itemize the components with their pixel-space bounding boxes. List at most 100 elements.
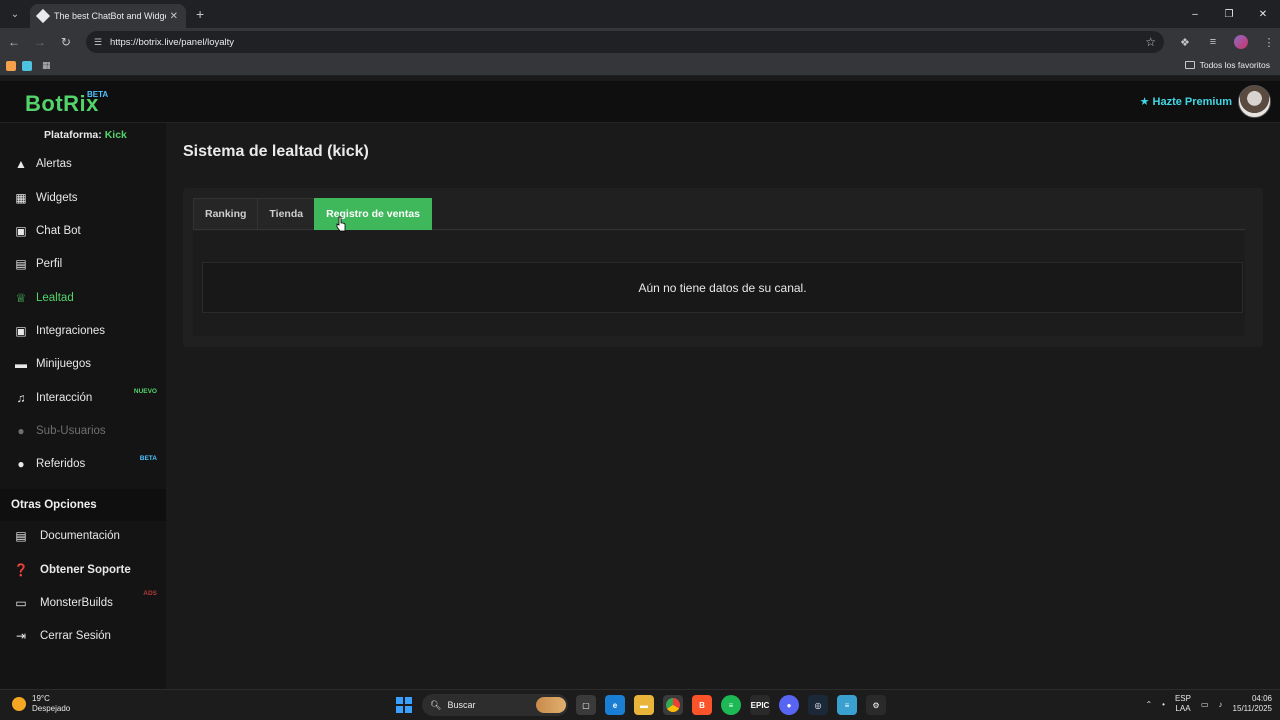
sidebar-item-label: Interacción <box>36 392 93 404</box>
close-tab-icon[interactable]: ✕ <box>170 11 178 22</box>
sidebar-item-cerrar-sesion[interactable]: ⇥ Cerrar Sesión <box>0 621 166 651</box>
spotify-icon[interactable]: ≡ <box>721 695 741 715</box>
site-info-icon[interactable]: ☰ <box>94 37 102 48</box>
tab-registro-de-ventas[interactable]: Registro de ventas <box>314 198 433 230</box>
robot-icon: ▣ <box>15 224 27 238</box>
sidebar-item-chat-bot[interactable]: ▣ Chat Bot <box>0 216 166 246</box>
laptop-icon: ▭ <box>15 596 27 610</box>
apps-grid-icon[interactable]: ▦ <box>42 60 51 71</box>
all-bookmarks-label: Todos los favoritos <box>1199 60 1270 70</box>
tab-tienda[interactable]: Tienda <box>257 198 316 230</box>
reload-icon[interactable]: ↻ <box>54 30 78 54</box>
temperature: 19°C <box>32 694 50 703</box>
botrix-favicon-icon <box>35 8 51 24</box>
system-tray: ⌃ • ESP LAA ▭ ♪ 04:06 15/11/2025 <box>1145 694 1272 714</box>
tab-panel: Aún no tiene datos de su canal. <box>193 231 1245 336</box>
loyalty-card: Ranking Tienda Registro de ventas Aún no… <box>183 188 1263 347</box>
settings-icon[interactable]: ⚙ <box>866 695 886 715</box>
discord-icon[interactable]: ● <box>779 695 799 715</box>
platform-value: Kick <box>104 129 127 141</box>
browser-tab[interactable]: The best ChatBot and Widgets ✕ <box>30 4 186 28</box>
sidebar-item-lealtad[interactable]: ♕ Lealtad <box>0 283 166 313</box>
restore-icon[interactable]: ❐ <box>1212 0 1246 28</box>
task-view-icon[interactable]: ▢ <box>576 695 596 715</box>
logo-beta-badge: BETA <box>87 90 109 99</box>
weather-widget[interactable]: 19°C Despejado <box>12 694 70 714</box>
sidebar-item-obtener-soporte[interactable]: ❓ Obtener Soporte <box>0 555 166 585</box>
sidebar-item-alertas[interactable]: ▲ Alertas <box>0 149 166 179</box>
hand-cursor-icon <box>336 216 346 232</box>
sidebar-item-label: Alertas <box>36 158 72 170</box>
sidebar-item-documentacion[interactable]: ▤ Documentación <box>0 521 166 551</box>
premium-button[interactable]: ★ Hazte Premium <box>1140 95 1232 109</box>
edge-icon[interactable]: e <box>605 695 625 715</box>
bookmark-2-icon[interactable] <box>22 60 32 71</box>
extensions-icon[interactable]: ❖ <box>1174 31 1196 53</box>
brave-icon[interactable]: B <box>692 695 712 715</box>
avatar[interactable] <box>1238 85 1271 118</box>
platform-indicator: Plataforma: Kick <box>44 129 127 141</box>
sidebar-item-integraciones[interactable]: ▣ Integraciones <box>0 316 166 346</box>
sidebar-item-label: MonsterBuilds <box>40 597 113 609</box>
minimize-icon[interactable]: – <box>1178 0 1212 28</box>
clock-date: 15/11/2025 <box>1232 704 1272 713</box>
sidebar-item-interaccion[interactable]: ♫ Interacción NUEVO <box>0 383 166 413</box>
main-content: Sistema de lealtad (kick) Ranking Tienda… <box>166 123 1280 689</box>
clock-time: 04:06 <box>1251 694 1272 703</box>
windows-start-icon[interactable] <box>396 697 412 713</box>
sidebar-item-widgets[interactable]: ▦ Widgets <box>0 183 166 213</box>
sidebar-item-label: Integraciones <box>36 325 106 337</box>
id-card-icon: ▤ <box>15 257 27 271</box>
gamepad-icon: ▬ <box>15 357 27 371</box>
sidebar-item-label: Obtener Soporte <box>40 564 131 576</box>
weather-moon-icon <box>12 697 26 711</box>
file-explorer-icon[interactable]: ▬ <box>634 695 654 715</box>
sidebar-item-referidos[interactable]: ● Referidos BETA <box>0 449 166 479</box>
bookmarks-bar: ▦ Todos los favoritos <box>0 56 1280 76</box>
tab-ranking[interactable]: Ranking <box>193 198 259 230</box>
sidebar-item-minijuegos[interactable]: ▬ Minijuegos <box>0 349 166 379</box>
bookmark-1-icon[interactable] <box>6 60 16 71</box>
question-icon: ❓ <box>13 563 29 577</box>
windows-taskbar: 19°C Despejado 🔍︎ Buscar ▢ e ▬ B ≡ EPIC … <box>0 689 1280 720</box>
steam-icon[interactable]: ◎ <box>808 695 828 715</box>
warning-icon: ▲ <box>15 157 27 171</box>
window-controls: – ❐ ✕ <box>1178 0 1280 28</box>
bookmark-star-icon[interactable]: ☆ <box>1145 35 1156 49</box>
forward-icon[interactable]: → <box>28 30 52 54</box>
chrome-icon[interactable] <box>663 695 683 715</box>
sidebar-item-sub-usuarios[interactable]: ● Sub-Usuarios <box>0 416 166 446</box>
sidebar-item-label: Chat Bot <box>36 225 81 237</box>
users-icon: ● <box>17 424 25 438</box>
profile-icon[interactable] <box>1230 31 1252 53</box>
epic-games-icon[interactable]: EPIC <box>750 695 770 715</box>
language-indicator[interactable]: ESP LAA <box>1175 694 1191 714</box>
url-text[interactable]: https://botrix.live/panel/loyalty <box>110 37 1145 48</box>
all-bookmarks[interactable]: Todos los favoritos <box>1184 60 1270 70</box>
taskbar-search[interactable]: 🔍︎ Buscar <box>422 694 568 716</box>
microphone-icon[interactable]: • <box>1162 700 1165 709</box>
address-bar[interactable]: ☰ https://botrix.live/panel/loyalty ☆ <box>85 31 1164 53</box>
sidebar-item-perfil[interactable]: ▤ Perfil <box>0 249 166 279</box>
sidebar: Plataforma: Kick ▲ Alertas ▦ Widgets ▣ C… <box>0 123 166 689</box>
sidebar-item-label: Cerrar Sesión <box>40 630 111 642</box>
more-menu-icon[interactable]: ⋮ <box>1258 31 1280 53</box>
sidebar-item-label: Referidos <box>36 458 86 470</box>
back-icon[interactable]: ← <box>2 30 26 54</box>
chevron-up-icon[interactable]: ⌃ <box>1145 700 1152 709</box>
network-icon[interactable]: ▭ <box>1201 700 1209 709</box>
sidebar-item-label: Minijuegos <box>36 358 91 370</box>
clock[interactable]: 04:06 15/11/2025 <box>1233 694 1272 714</box>
logout-icon: ⇥ <box>15 629 27 643</box>
lang-bottom: LAA <box>1175 704 1191 713</box>
premium-label: Hazte Premium <box>1152 95 1232 108</box>
close-window-icon[interactable]: ✕ <box>1246 0 1280 28</box>
notepad-icon[interactable]: ≡ <box>837 695 857 715</box>
search-highlight-art <box>536 697 566 713</box>
new-tab-icon[interactable]: + <box>196 6 204 22</box>
sidebar-item-monsterbuilds[interactable]: ▭ MonsterBuilds ADS <box>0 588 166 618</box>
tab-search-icon[interactable]: ⌄ <box>4 3 26 25</box>
volume-icon[interactable]: ♪ <box>1219 700 1223 709</box>
ads-badge: ADS <box>143 590 157 597</box>
media-icon[interactable]: ≡ <box>1202 31 1224 53</box>
